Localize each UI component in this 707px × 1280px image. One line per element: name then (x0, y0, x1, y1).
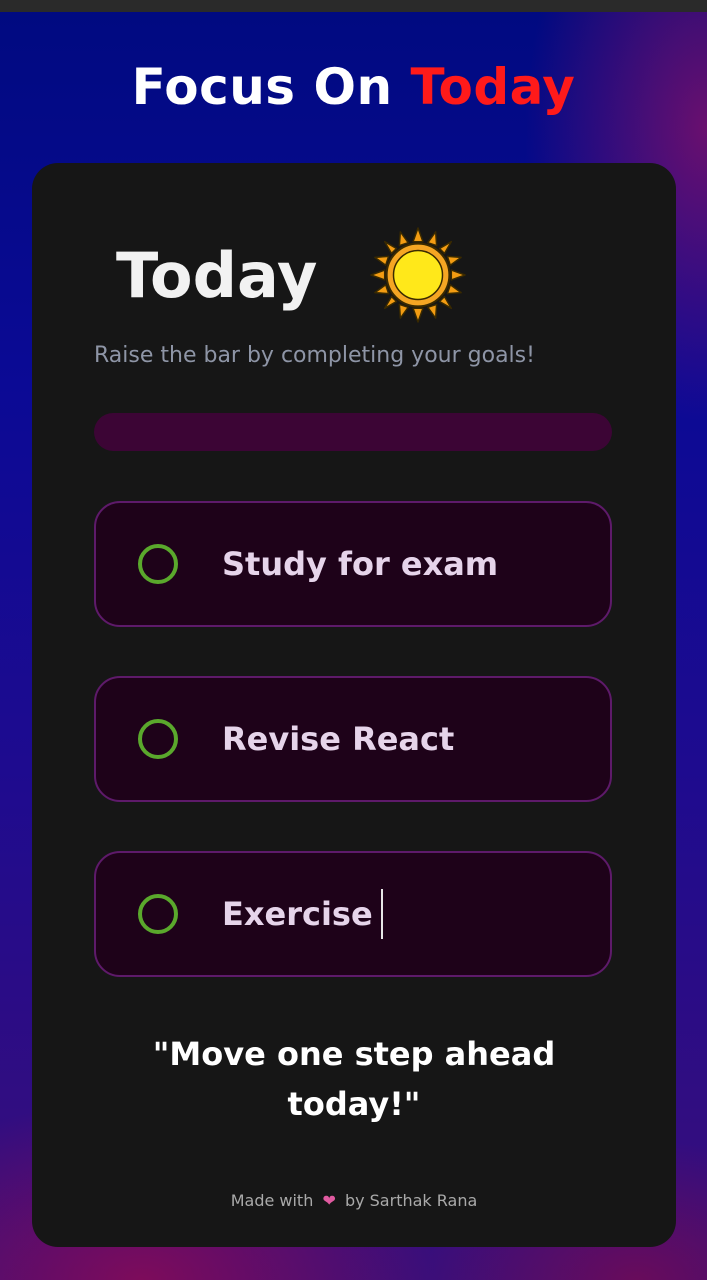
progress-bar (94, 413, 612, 451)
goal-input[interactable]: Study for exam (222, 545, 498, 583)
goal-checkbox[interactable] (138, 719, 178, 759)
goal-text: Revise React (222, 720, 455, 758)
goal-text: Exercise (222, 895, 373, 933)
goals-card: Today Raise the bar by completing your g… (32, 163, 676, 1247)
app-title: Focus On Today (0, 58, 707, 116)
card-subtitle: Raise the bar by completing your goals! (94, 343, 535, 368)
goal-item: Revise React (94, 676, 612, 802)
footer-suffix: by Sarthak Rana (344, 1191, 478, 1210)
footer-prefix: Made with (230, 1191, 314, 1210)
app-title-main: Focus On (131, 58, 393, 116)
quote-line: today!" (287, 1085, 421, 1123)
status-strip (0, 0, 707, 12)
motivational-quote: "Move one step ahead today!" (32, 1029, 676, 1129)
card-heading: Today (116, 238, 318, 312)
goal-input[interactable]: Exercise (222, 889, 383, 939)
sun-icon (370, 227, 467, 323)
footer-credit: Made with ❤ by Sarthak Rana (32, 1191, 676, 1210)
heading-row: Today (116, 227, 467, 323)
goal-item: Exercise (94, 851, 612, 977)
app-title-accent: Today (410, 58, 576, 116)
quote-line: "Move one step ahead (152, 1035, 556, 1073)
goal-checkbox[interactable] (138, 894, 178, 934)
goal-checkbox[interactable] (138, 544, 178, 584)
goal-text: Study for exam (222, 545, 499, 583)
text-caret (380, 889, 383, 939)
goal-item: Study for exam (94, 501, 612, 627)
heart-icon: ❤ (322, 1191, 336, 1210)
goal-input[interactable]: Revise React (222, 720, 454, 758)
